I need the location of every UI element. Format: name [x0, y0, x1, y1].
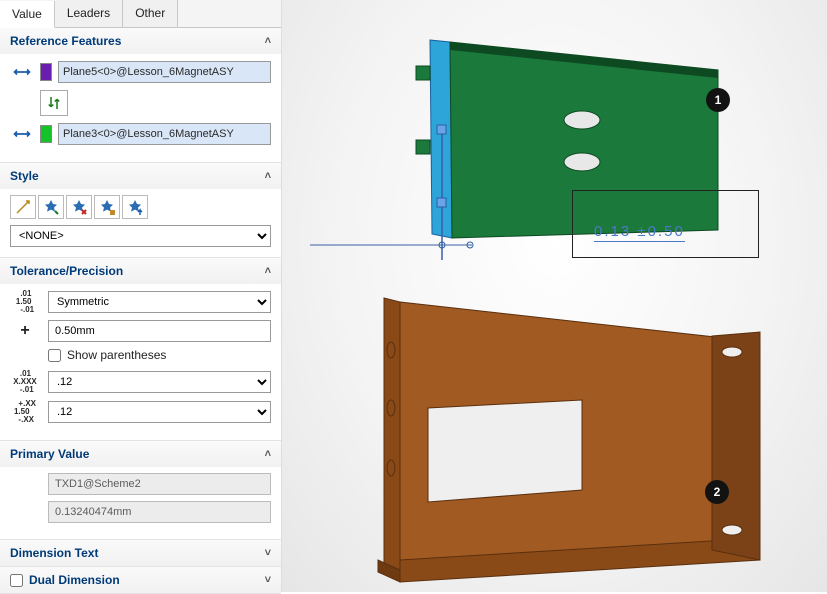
- style-add-button[interactable]: [38, 195, 64, 219]
- reference-row-2: Plane3<0>@Lesson_6MagnetASY: [10, 122, 271, 146]
- reference-color-2: [40, 125, 52, 143]
- section-tolerance: Tolerance/Precision ˄ .01 1.50 -.01 Symm…: [0, 258, 281, 441]
- dimension-value-display[interactable]: 0.13 ±0.50: [594, 223, 685, 241]
- callout-2: 2: [705, 480, 729, 504]
- reference-field-2[interactable]: Plane3<0>@Lesson_6MagnetASY: [58, 123, 271, 145]
- 3d-viewport[interactable]: 0.13 ±0.50 1 2: [282, 0, 827, 592]
- section-title: Tolerance/Precision: [10, 264, 123, 278]
- section-style: Style ˄ <NONE>: [0, 163, 281, 258]
- section-title: Dual Dimension: [29, 573, 120, 587]
- dual-dimension-checkbox[interactable]: [10, 574, 23, 587]
- tolerance-type-select[interactable]: Symmetric: [48, 291, 271, 313]
- reference-color-1: [40, 63, 52, 81]
- section-reference-features: Reference Features ˄ Plane5<0>@Lesson_6M…: [0, 28, 281, 163]
- primary-value-value: 0.13240474mm: [48, 501, 271, 523]
- panel-tabs: Value Leaders Other: [0, 0, 281, 28]
- tol-precision-icon: +.XX 1.50 -.XX: [10, 400, 40, 424]
- section-dimension-text: Dimension Text ˅: [0, 540, 281, 567]
- style-save-button[interactable]: [94, 195, 120, 219]
- tolerance-type-icon: .01 1.50 -.01: [10, 290, 40, 314]
- chevron-down-icon: ˅: [265, 574, 271, 586]
- section-title: Primary Value: [10, 447, 89, 461]
- tab-leaders[interactable]: Leaders: [55, 0, 123, 27]
- plus-icon: +: [10, 322, 40, 340]
- section-title: Dimension Text: [10, 546, 98, 560]
- chevron-up-icon: ˄: [265, 35, 271, 47]
- show-parentheses-label: Show parentheses: [67, 348, 166, 362]
- model-view: [282, 0, 827, 592]
- chevron-down-icon: ˅: [265, 547, 271, 559]
- section-header-dimension-text[interactable]: Dimension Text ˅: [0, 540, 281, 566]
- dimension-icon: [10, 60, 34, 84]
- style-select[interactable]: <NONE>: [10, 225, 271, 247]
- primary-value-name: TXD1@Scheme2: [48, 473, 271, 495]
- show-parentheses-checkbox[interactable]: [48, 349, 61, 362]
- chevron-up-icon: ˄: [265, 448, 271, 460]
- unit-precision-select[interactable]: .12: [48, 371, 271, 393]
- style-load-button[interactable]: [122, 195, 148, 219]
- section-header-reference-features[interactable]: Reference Features ˄: [0, 28, 281, 54]
- section-header-dual-dimension[interactable]: Dual Dimension ˅: [0, 567, 281, 593]
- tab-other[interactable]: Other: [123, 0, 178, 27]
- chevron-up-icon: ˄: [265, 170, 271, 182]
- section-primary-value: Primary Value ˄ TXD1@Scheme2 0.13240474m…: [0, 441, 281, 540]
- tolerance-value-input[interactable]: [48, 320, 271, 342]
- property-panel: Value Leaders Other Reference Features ˄…: [0, 0, 282, 592]
- swap-references-button[interactable]: [40, 90, 68, 116]
- section-dual-dimension: Dual Dimension ˅: [0, 567, 281, 594]
- style-apply-button[interactable]: [10, 195, 36, 219]
- section-title: Reference Features: [10, 34, 121, 48]
- style-icon-row: [10, 195, 271, 219]
- chevron-up-icon: ˄: [265, 265, 271, 277]
- unit-precision-icon: .01 X.XXX -.01: [10, 370, 40, 394]
- section-header-tolerance[interactable]: Tolerance/Precision ˄: [0, 258, 281, 284]
- section-title: Style: [10, 169, 39, 183]
- callout-1: 1: [706, 88, 730, 112]
- section-header-primary-value[interactable]: Primary Value ˄: [0, 441, 281, 467]
- dimension-icon: [10, 122, 34, 146]
- reference-row-1: Plane5<0>@Lesson_6MagnetASY: [10, 60, 271, 84]
- tab-value[interactable]: Value: [0, 1, 55, 28]
- reference-field-1[interactable]: Plane5<0>@Lesson_6MagnetASY: [58, 61, 271, 83]
- style-delete-button[interactable]: [66, 195, 92, 219]
- section-header-style[interactable]: Style ˄: [0, 163, 281, 189]
- tol-precision-select[interactable]: .12: [48, 401, 271, 423]
